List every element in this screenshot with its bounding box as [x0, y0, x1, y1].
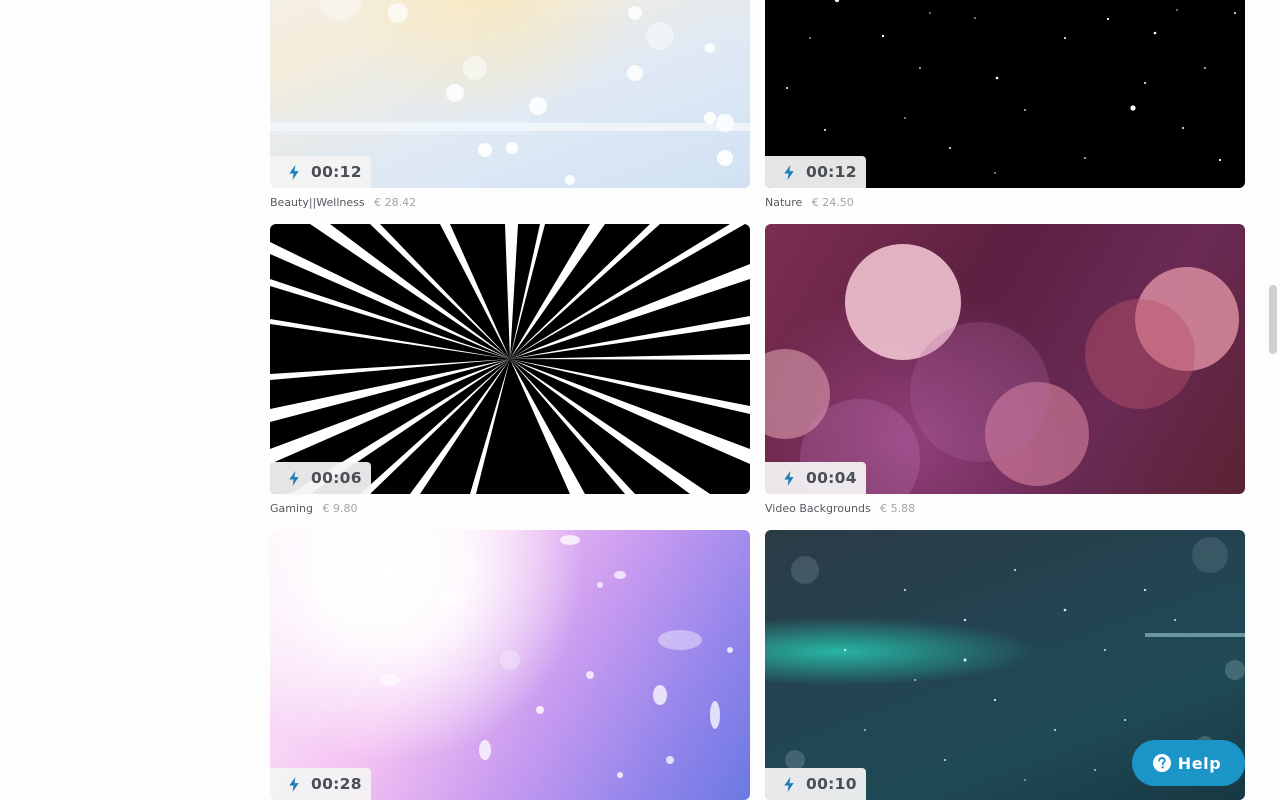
video-card[interactable]: 00:04 Video Backgrounds € 5.88	[765, 224, 1245, 517]
question-circle-icon	[1152, 754, 1171, 772]
pastel-particles-art	[380, 535, 733, 778]
duration-badge: 00:10	[765, 768, 866, 800]
price-text: € 5.88	[880, 502, 916, 515]
duration-text: 00:06	[311, 469, 362, 487]
scrollbar-thumb[interactable]	[1269, 285, 1277, 354]
duration-text: 00:10	[806, 775, 857, 793]
card-meta: Gaming € 9.80	[270, 501, 750, 517]
lightning-icon	[289, 164, 299, 180]
category-link[interactable]: Beauty||Wellness	[270, 196, 365, 209]
price-text: € 28.42	[374, 196, 417, 209]
page: 00:12 Beauty||Wellness € 28.42 00:12 Nat…	[0, 0, 1280, 800]
card-meta: Beauty||Wellness € 28.42	[270, 195, 750, 211]
duration-badge: 00:04	[765, 462, 866, 494]
category-link[interactable]: Video Backgrounds	[765, 502, 871, 515]
duration-text: 00:04	[806, 469, 857, 487]
duration-text: 00:12	[311, 163, 362, 181]
video-card[interactable]: 00:06 Gaming € 9.80	[270, 224, 750, 517]
category-link[interactable]: Gaming	[270, 502, 313, 515]
speed-lines-art	[270, 224, 750, 494]
duration-badge: 00:28	[270, 768, 371, 800]
video-card[interactable]: 00:12 Nature € 24.50	[765, 0, 1245, 211]
video-card[interactable]: 00:12 Beauty||Wellness € 28.42	[270, 0, 750, 211]
price-text: € 24.50	[811, 196, 854, 209]
duration-badge: 00:12	[765, 156, 866, 188]
lightning-icon	[289, 470, 299, 486]
lightning-icon	[784, 776, 794, 792]
lightning-icon	[784, 470, 794, 486]
scrollbar[interactable]	[1265, 0, 1280, 800]
video-thumbnail[interactable]: 00:12	[765, 0, 1245, 188]
pink-bokeh-art	[765, 244, 1239, 494]
video-card[interactable]: 00:28	[270, 530, 750, 800]
lightning-icon	[784, 164, 794, 180]
help-button[interactable]: Help	[1132, 740, 1245, 786]
card-meta: Nature € 24.50	[765, 195, 1245, 211]
video-thumbnail[interactable]: 00:04	[765, 224, 1245, 494]
video-thumbnail[interactable]: 00:12	[270, 0, 750, 188]
lightning-icon	[289, 776, 299, 792]
duration-text: 00:12	[806, 163, 857, 181]
category-link[interactable]: Nature	[765, 196, 802, 209]
video-thumbnail[interactable]: 00:06	[270, 224, 750, 494]
duration-text: 00:28	[311, 775, 362, 793]
video-thumbnail[interactable]: 00:28	[270, 530, 750, 800]
help-label: Help	[1177, 753, 1222, 773]
duration-badge: 00:12	[270, 156, 371, 188]
duration-badge: 00:06	[270, 462, 371, 494]
price-text: € 9.80	[322, 502, 358, 515]
card-meta: Video Backgrounds € 5.88	[765, 501, 1245, 517]
